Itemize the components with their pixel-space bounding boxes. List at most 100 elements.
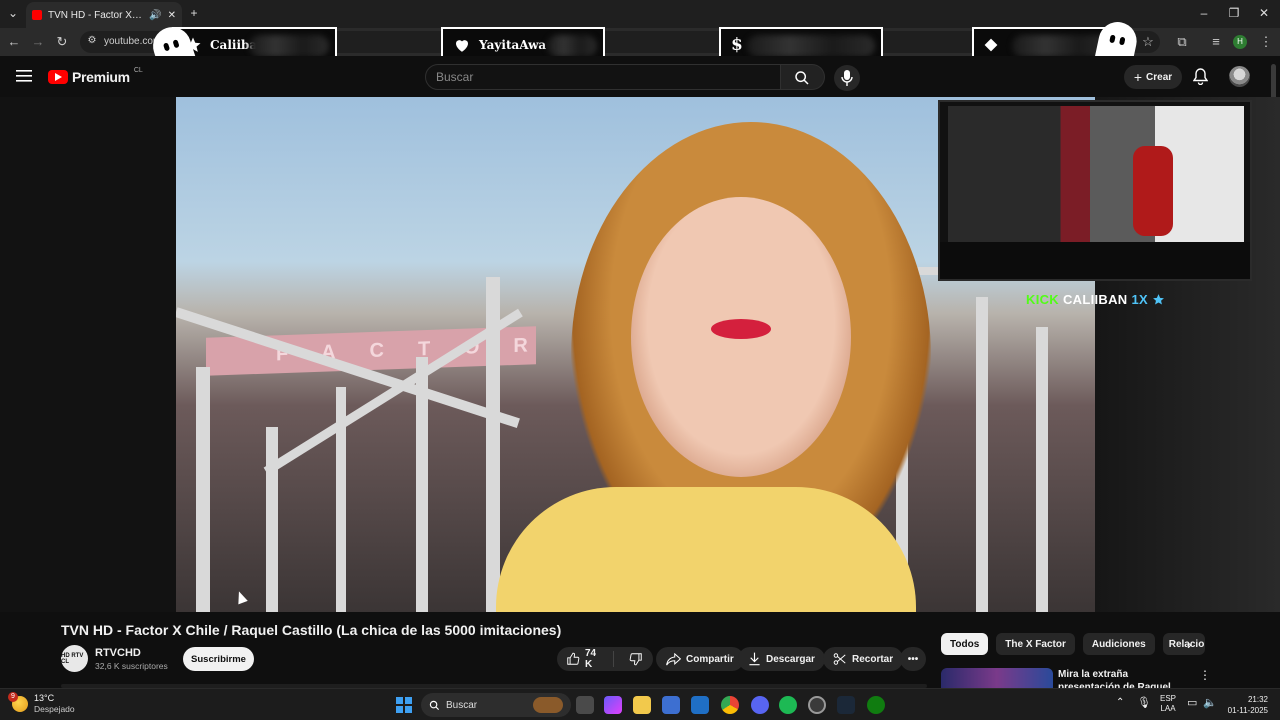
share-label: Compartir <box>686 653 734 665</box>
store-icon[interactable] <box>662 696 680 714</box>
channel-avatar[interactable]: HD RTV CL <box>61 645 88 672</box>
windows-start-icon[interactable] <box>396 697 412 713</box>
create-button[interactable]: + Crear <box>1124 65 1182 89</box>
share-button[interactable]: Compartir <box>656 647 744 671</box>
file-explorer-icon[interactable] <box>633 696 651 714</box>
kick-name: CALIIBAN <box>1062 292 1128 307</box>
profile-icon[interactable]: H <box>1233 35 1247 49</box>
system-clock[interactable]: 21:32 01-11-2025 <box>1226 694 1268 716</box>
restore-icon[interactable]: ❐ <box>1226 6 1242 20</box>
clip-label: Recortar <box>852 653 894 665</box>
overlay-name-heart: YayitaAwa <box>479 38 547 52</box>
video-title: TVN HD - Factor X Chile / Raquel Castill… <box>61 622 562 638</box>
outlook-icon[interactable] <box>691 696 709 714</box>
download-button[interactable]: Descargar <box>738 647 825 671</box>
thumbs-down-icon <box>629 653 642 666</box>
network-icon[interactable]: ▭ <box>1187 696 1197 709</box>
speaker-icon[interactable]: 🔊 <box>149 10 161 21</box>
kick-streamer-tag: KICK CALIIBAN 1X <box>1026 292 1165 307</box>
like-count: 74 K <box>585 648 597 670</box>
kick-multiplier: 1X <box>1131 292 1149 307</box>
forward-icon[interactable]: → <box>30 34 46 49</box>
person-shirt <box>496 487 916 612</box>
more-actions-button[interactable]: ••• <box>900 647 926 671</box>
taskbar-search[interactable]: Buscar <box>421 693 571 717</box>
tab-close-icon[interactable]: ✕ <box>168 10 176 21</box>
plus-icon: + <box>1133 69 1143 85</box>
bookmark-star-icon[interactable]: ☆ <box>1140 34 1156 50</box>
webcam-frame-bottom <box>940 242 1250 279</box>
chrome-icon[interactable] <box>721 696 739 714</box>
search-icon <box>795 71 809 85</box>
notification-badge: 9 <box>8 692 18 702</box>
tab-title: TVN HD - Factor X Chile / R <box>48 9 143 21</box>
minimize-icon[interactable]: – <box>1196 6 1212 20</box>
site-info-icon[interactable]: ⚙ <box>84 35 100 46</box>
search-input[interactable] <box>426 65 780 89</box>
recommended-more-icon[interactable]: ⋮ <box>1199 668 1211 682</box>
youtube-favicon-icon <box>32 10 42 20</box>
notifications-bell-icon[interactable] <box>1193 68 1208 85</box>
recommended-video-title[interactable]: Mira la extraña presentación de Raquel C… <box>1058 668 1193 690</box>
webcam-jacket <box>1133 146 1173 236</box>
microphone-icon <box>841 70 853 86</box>
clip-button[interactable]: Recortar <box>823 647 904 671</box>
task-view-icon[interactable] <box>576 696 594 714</box>
search-button[interactable] <box>781 64 825 90</box>
download-label: Descargar <box>766 653 815 665</box>
chips-next-chevron-icon[interactable]: › <box>1187 636 1192 652</box>
account-avatar[interactable] <box>1229 66 1250 87</box>
youtube-premium-logo[interactable]: Premium CL <box>48 67 143 85</box>
back-icon[interactable]: ← <box>6 34 22 49</box>
subscribe-button[interactable]: Suscribirme <box>183 647 254 671</box>
share-icon <box>666 652 681 665</box>
steam-icon[interactable] <box>837 696 855 714</box>
language-indicator[interactable]: ESP LAA <box>1160 694 1176 714</box>
discord-icon[interactable] <box>751 696 769 714</box>
create-label: Crear <box>1146 71 1173 83</box>
video-left-letterbox <box>0 97 176 612</box>
obs-icon[interactable] <box>808 696 826 714</box>
browser-tab[interactable]: TVN HD - Factor X Chile / R 🔊 ✕ <box>26 2 182 28</box>
fence-post <box>266 427 278 612</box>
reload-icon[interactable]: ↻ <box>54 34 70 50</box>
blurred-content <box>249 35 329 57</box>
thumbs-up-icon <box>567 652 580 665</box>
youtube-logo-icon <box>48 70 68 84</box>
chip-relacionados[interactable]: Relacion <box>1162 633 1205 655</box>
spotify-icon[interactable] <box>779 696 797 714</box>
like-dislike-group: 74 K <box>557 647 653 671</box>
tray-chevron-icon[interactable]: ⌃ <box>1116 697 1124 708</box>
media-controls-icon[interactable]: ≡ <box>1208 34 1224 49</box>
extensions-icon[interactable]: ⧉ <box>1174 34 1190 50</box>
weather-widget[interactable]: 9 13°C Despejado <box>8 692 75 715</box>
window-close-icon[interactable]: ✕ <box>1256 6 1272 20</box>
new-tab-icon[interactable]: + <box>186 6 202 20</box>
voice-search-button[interactable] <box>834 65 860 91</box>
heart-icon <box>456 40 468 52</box>
chip-audiciones[interactable]: Audiciones <box>1082 633 1155 655</box>
chip-todos[interactable]: Todos <box>941 633 989 655</box>
scissors-icon <box>833 653 846 665</box>
download-icon <box>749 652 760 666</box>
xbox-icon[interactable] <box>867 696 885 714</box>
like-button[interactable]: 74 K <box>557 648 614 670</box>
weather-description: Despejado <box>34 704 75 714</box>
tab-search-icon[interactable]: ⌄ <box>5 6 21 20</box>
chip-the-x-factor[interactable]: The X Factor <box>996 633 1075 655</box>
clock-time: 21:32 <box>1247 695 1268 704</box>
windows-taskbar: 9 13°C Despejado Buscar ⌃ 🎙 ESP LAA ▭ 🔈 … <box>0 688 1280 720</box>
person-lips <box>711 319 771 339</box>
hamburger-menu-icon[interactable] <box>16 70 32 82</box>
brand-label: Premium <box>72 69 130 85</box>
copilot-icon[interactable] <box>604 696 622 714</box>
taskbar-search-label: Buscar <box>446 699 478 711</box>
blurred-content <box>747 35 875 57</box>
search-icon <box>429 700 440 710</box>
chrome-menu-icon[interactable]: ⋮ <box>1258 34 1274 50</box>
channel-name[interactable]: RTVCHD <box>95 647 141 659</box>
volume-icon[interactable]: 🔈 <box>1203 696 1217 709</box>
diamond-icon <box>984 38 998 52</box>
microphone-tray-icon[interactable]: 🎙 <box>1137 696 1151 709</box>
dislike-button[interactable] <box>619 652 653 666</box>
